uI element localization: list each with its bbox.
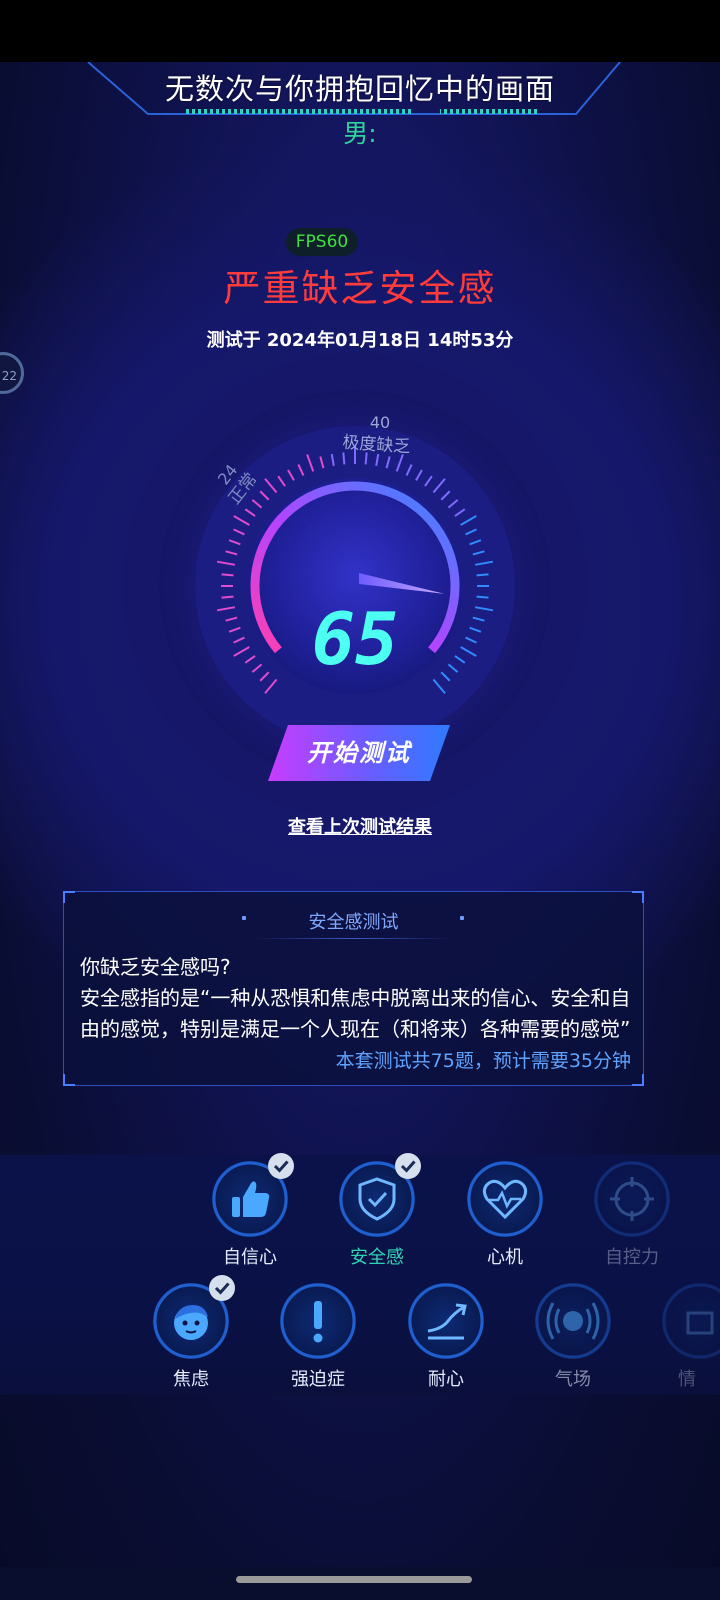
category-label: 耐心	[428, 1369, 464, 1390]
status-bar	[0, 0, 720, 62]
home-indicator[interactable]	[236, 1576, 472, 1583]
check-badge-icon	[268, 1153, 294, 1179]
title-dot-right	[460, 916, 464, 920]
title-underline	[254, 938, 454, 939]
gauge-tick	[476, 595, 489, 599]
category-label: 焦虑	[173, 1369, 209, 1390]
category-icon-ring	[212, 1153, 294, 1237]
check-badge-icon	[395, 1153, 421, 1179]
broadcast-icon	[535, 1283, 611, 1359]
category-ocd[interactable]: 强迫症	[268, 1283, 368, 1391]
category-icon-ring	[408, 1283, 484, 1359]
category-icon-ring	[662, 1283, 720, 1359]
page-title: 无数次与你拥抱回忆中的画面	[164, 72, 555, 106]
info-question: 你缺乏安全感吗?	[80, 955, 231, 979]
gauge-tick	[342, 452, 346, 465]
category-label: 自控力	[605, 1247, 659, 1268]
gauge-tick	[476, 573, 489, 577]
app-screen: 无数次与你拥抱回忆中的画面 男: FPS60 严重缺乏安全感 测试于 2024年…	[0, 62, 720, 1567]
category-scheming[interactable]: 心机	[455, 1161, 555, 1269]
category-icon-ring	[535, 1283, 611, 1359]
gauge-tick	[221, 573, 234, 577]
partial-icon	[662, 1283, 720, 1359]
info-note: 本套测试共75题，预计需要35分钟	[335, 1050, 631, 1072]
category-icon-ring	[153, 1275, 235, 1359]
check-badge-icon	[209, 1275, 235, 1301]
heart-pulse-icon	[467, 1161, 543, 1237]
category-confidence[interactable]: 自信心	[200, 1153, 300, 1269]
trend-arrow-icon	[408, 1283, 484, 1359]
exclamation-icon	[280, 1283, 356, 1359]
card-corner	[63, 1074, 75, 1086]
category-icon-ring	[280, 1283, 356, 1359]
category-self-control[interactable]: 自控力	[582, 1161, 682, 1269]
score-value: 65	[312, 597, 399, 681]
fps-badge: FPS60	[286, 228, 358, 256]
category-strip: 自信心 安全感 心机 自控力 焦虑 强迫症 耐心 气场 情	[0, 1153, 720, 1395]
info-description: 安全感指的是“一种从恐惧和焦虑中脱离出来的信心、安全和自由的感觉，特别是满足一个…	[80, 986, 631, 1041]
mark-severe-value: 40	[370, 413, 390, 432]
start-button-label: 开始测试	[307, 739, 411, 767]
category-label: 心机	[487, 1247, 523, 1268]
category-label-active: 安全感	[350, 1247, 404, 1268]
category-partial[interactable]: 情	[650, 1283, 720, 1391]
result-verdict: 严重缺乏安全感	[223, 267, 497, 310]
category-icon-ring	[467, 1161, 543, 1237]
category-label: 自信心	[223, 1247, 277, 1268]
target-icon	[594, 1161, 670, 1237]
category-aura[interactable]: 气场	[523, 1283, 623, 1391]
view-last-result-link[interactable]: 查看上次测试结果	[0, 813, 720, 839]
category-icon-ring	[339, 1153, 421, 1237]
test-info-card: 安全感测试 你缺乏安全感吗? 安全感指的是“一种从恐惧和焦虑中脱离出来的信心、安…	[63, 891, 644, 1086]
category-security[interactable]: 安全感	[327, 1153, 427, 1269]
category-label: 气场	[555, 1369, 591, 1390]
category-patience[interactable]: 耐心	[396, 1283, 496, 1391]
gender-label: 男:	[343, 119, 377, 148]
card-corner	[632, 1074, 644, 1086]
gauge-tick	[221, 595, 234, 599]
info-title: 安全感测试	[308, 912, 399, 933]
card-corner	[632, 891, 644, 903]
category-label: 情	[678, 1369, 696, 1390]
test-timestamp: 测试于 2024年01月18日 14时53分	[206, 330, 514, 351]
start-test-button[interactable]: 开始测试	[268, 725, 450, 781]
category-label: 强迫症	[291, 1369, 345, 1390]
card-corner	[63, 891, 75, 903]
category-anxiety[interactable]: 焦虑	[141, 1275, 241, 1391]
info-text: 你缺乏安全感吗? 安全感指的是“一种从恐惧和焦虑中脱离出来的信心、安全和自由的感…	[80, 952, 636, 1045]
category-icon-ring	[594, 1161, 670, 1237]
